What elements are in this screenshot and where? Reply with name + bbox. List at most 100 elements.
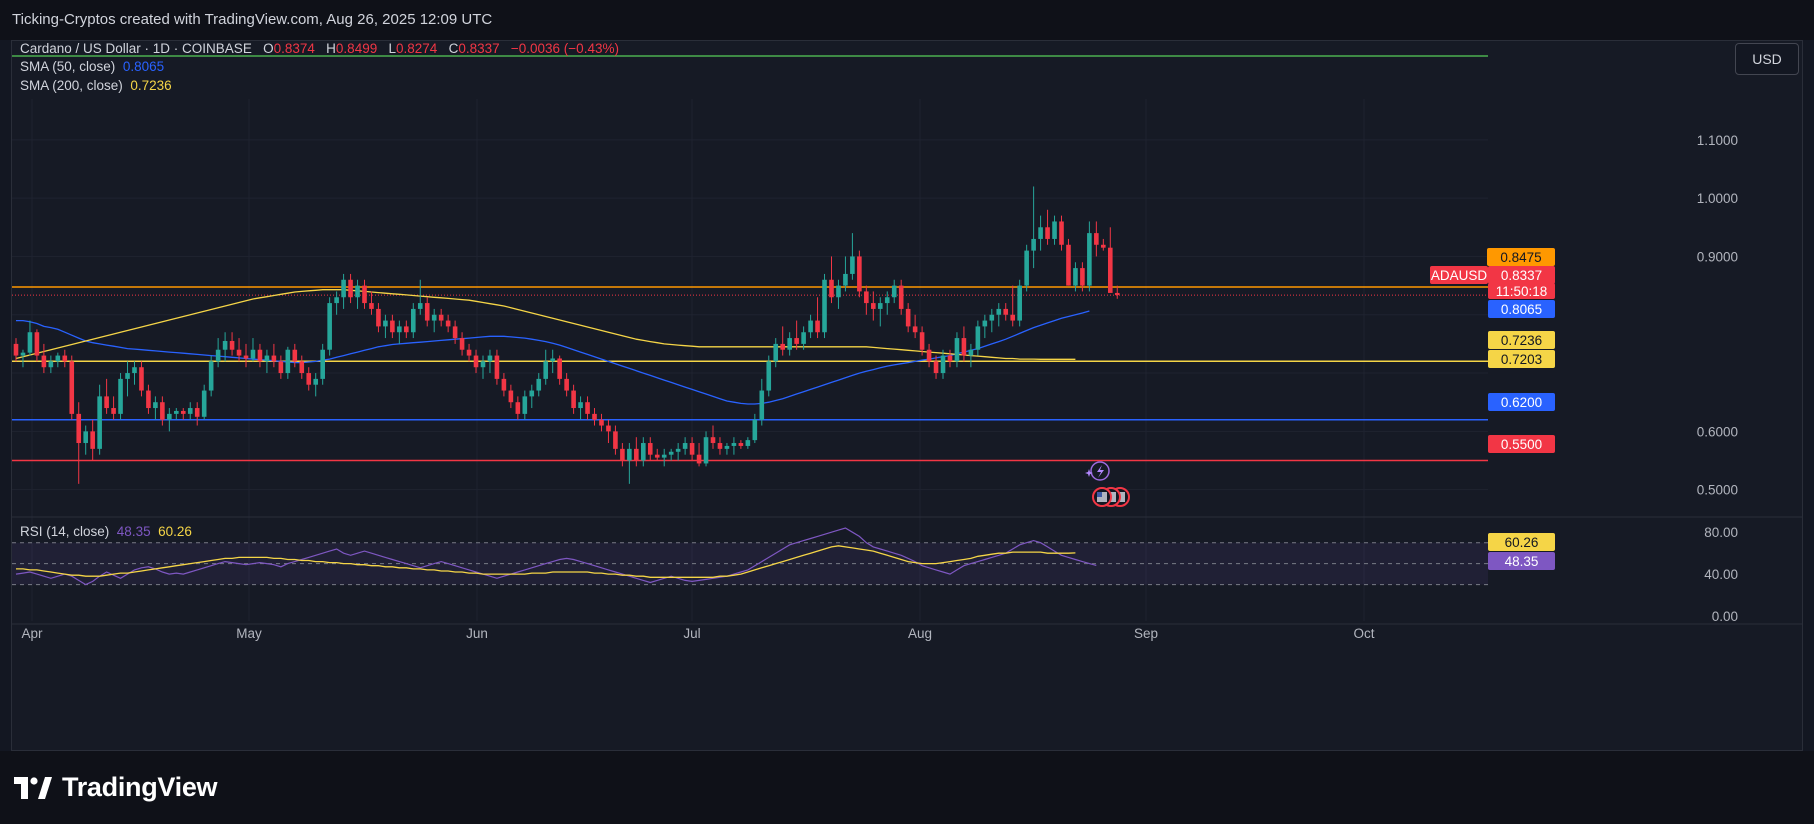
candle-body	[313, 378, 319, 385]
time-axis-tick-label: May	[236, 626, 262, 641]
candle-body	[954, 338, 960, 362]
currency-button[interactable]: USD	[1735, 43, 1799, 75]
footer-bar: TradingView	[0, 751, 1814, 824]
candle-body	[236, 349, 242, 356]
candle-body	[508, 390, 514, 403]
candle-body	[606, 425, 611, 432]
candle-body	[90, 431, 95, 449]
price-axis-tick-label: 0.9000	[1697, 249, 1738, 264]
chart-panel[interactable]: 1.1000 1.0000 0.9000 0.6000 0.5000 0.8475 ADAU…	[11, 40, 1803, 751]
candle-body	[696, 454, 702, 464]
candle-body	[968, 349, 974, 356]
candle-body	[801, 332, 806, 344]
candle-body	[529, 390, 535, 397]
price-axis-tag-label: 0.5500	[1501, 437, 1542, 452]
candle-body	[668, 451, 674, 455]
rsi-ma-value: 60.26	[158, 524, 192, 539]
candle-body	[794, 338, 799, 344]
candle-body	[327, 303, 332, 350]
price-axis-tick-label: 0.5000	[1697, 483, 1738, 498]
candle-body	[118, 378, 123, 414]
candle-body	[417, 303, 423, 309]
candle-body	[822, 279, 827, 333]
candle-body	[355, 285, 360, 298]
candle-body	[438, 314, 444, 321]
symbol-name: Cardano / US Dollar · 1D · COINBASE	[20, 41, 252, 56]
price-axis-tag-label: 0.7203	[1501, 352, 1542, 367]
candle-body	[787, 338, 792, 350]
candle-body	[871, 303, 876, 309]
candle-body	[1024, 250, 1029, 286]
candle-body	[564, 378, 569, 391]
candle-body	[341, 279, 346, 298]
open-value: 0.8374	[273, 41, 315, 56]
candle-body	[320, 349, 325, 379]
candle-body	[55, 355, 61, 362]
candle-body	[557, 358, 562, 379]
candle-body	[536, 378, 542, 391]
time-axis-tick-label: Aug	[908, 626, 932, 641]
candle-body	[167, 413, 172, 420]
candle-body	[362, 285, 367, 304]
candle-body	[877, 303, 883, 309]
tradingview-logo[interactable]: TradingView	[14, 772, 218, 803]
candle-body	[940, 355, 946, 374]
rsi-axis-tick-label: 0.00	[1712, 609, 1738, 624]
candle-body	[766, 361, 772, 391]
candle-body	[710, 437, 716, 444]
candle-body	[850, 256, 855, 274]
price-axis-tag-label: 0.8337	[1501, 268, 1542, 283]
time-axis-tick-label: Sep	[1134, 626, 1158, 641]
sma50-value: 0.8065	[122, 59, 165, 74]
candle-body	[1066, 244, 1071, 286]
candle-body	[933, 361, 939, 374]
candle-body	[982, 320, 988, 327]
candle-body	[271, 355, 277, 362]
candle-body	[599, 419, 604, 426]
rsi-value: 48.35	[116, 524, 151, 539]
price-axis-tick-label: 0.6000	[1697, 424, 1738, 439]
candle-body	[682, 443, 688, 449]
candle-body	[989, 314, 995, 321]
candle-body	[97, 396, 102, 449]
candle-body	[578, 402, 583, 409]
candle-body	[836, 285, 841, 298]
candle-body	[703, 437, 709, 464]
symbol-legend: Cardano / US Dollar · 1D · COINBASE O0.8…	[20, 41, 619, 56]
candle-body	[174, 410, 179, 414]
price-axis-tick-label: 1.0000	[1697, 191, 1738, 206]
candle-body	[1031, 238, 1036, 251]
candle-body	[884, 297, 890, 304]
sma200-label: SMA (200, close)	[20, 78, 123, 93]
candle-body	[292, 349, 298, 362]
candle-body	[1045, 227, 1050, 239]
candle-body	[843, 273, 848, 286]
price-chart-svg[interactable]: 1.1000 1.0000 0.9000 0.6000 0.5000 0.8475 ADAU…	[12, 41, 1802, 750]
candle-body	[1038, 227, 1043, 239]
candle-body	[473, 355, 479, 368]
candle-body	[383, 320, 388, 327]
candle-body	[306, 373, 312, 385]
price-axis-tag-label: 11:50:18	[1496, 284, 1548, 299]
candle-body	[348, 279, 353, 298]
candle-body	[466, 349, 472, 356]
candle-body	[146, 390, 151, 409]
candle-body	[543, 361, 549, 379]
brand-name: TradingView	[62, 772, 218, 802]
candle-body	[780, 343, 785, 350]
time-axis-tick-label: Oct	[1353, 626, 1374, 641]
candle-body	[634, 448, 639, 461]
candle-body	[494, 355, 500, 379]
candle-body	[815, 320, 820, 333]
candle-body	[299, 361, 305, 374]
candle-body	[334, 297, 339, 304]
candle-body	[829, 279, 834, 298]
candle-body	[27, 332, 33, 353]
candle-body	[459, 338, 465, 350]
candle-body	[201, 390, 207, 417]
candle-body	[905, 308, 911, 327]
candle-body	[627, 448, 632, 461]
candle-body	[376, 308, 381, 327]
candle-body	[1094, 233, 1099, 245]
candle-body	[550, 358, 555, 362]
